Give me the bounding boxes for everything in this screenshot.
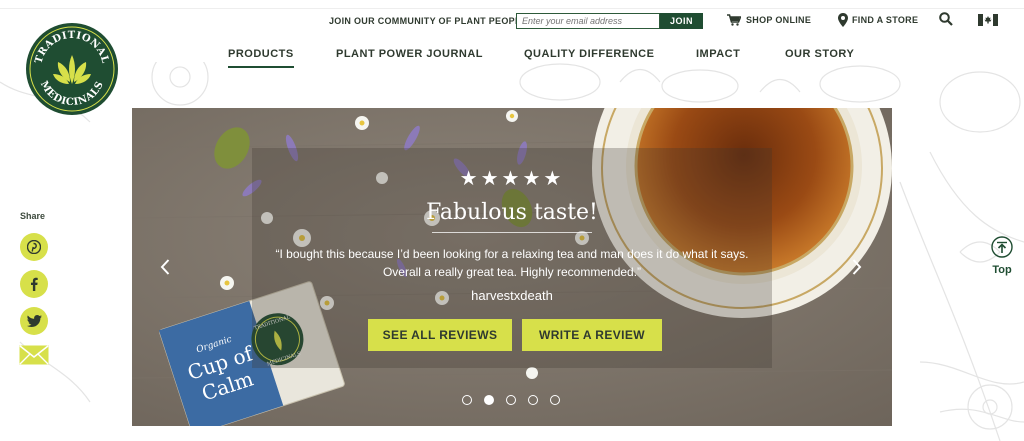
carousel-next-button[interactable] [848, 256, 866, 278]
nav-our-story[interactable]: OUR STORY [785, 48, 854, 60]
back-to-top-button[interactable]: Top [986, 236, 1018, 276]
share-facebook-button[interactable] [20, 270, 48, 298]
nav-quality-difference[interactable]: QUALITY DIFFERENCE [524, 48, 654, 60]
see-all-reviews-button[interactable]: SEE ALL REVIEWS [368, 319, 512, 351]
carousel-dot[interactable] [528, 395, 538, 405]
top-divider [0, 8, 1024, 9]
canada-flag-icon[interactable] [978, 14, 998, 26]
shop-online-link[interactable]: SHOP ONLINE [727, 14, 811, 26]
nav-impact[interactable]: IMPACT [696, 48, 740, 60]
share-twitter-button[interactable] [20, 307, 48, 335]
carousel-dot[interactable] [550, 395, 560, 405]
main-navigation: PRODUCTS PLANT POWER JOURNAL QUALITY DIF… [0, 48, 1024, 70]
twitter-icon [26, 315, 42, 327]
carousel-prev-button[interactable] [156, 256, 174, 278]
facebook-icon [31, 277, 38, 291]
traditional-medicinals-logo[interactable]: TRADITIONAL MEDICINALS [25, 22, 119, 116]
find-store-link[interactable]: FIND A STORE [838, 13, 918, 27]
share-label: Share [20, 211, 46, 221]
pinterest-icon [27, 240, 41, 254]
email-field[interactable] [516, 13, 660, 29]
newsletter-label: JOIN OUR COMMUNITY OF PLANT PEOPLE [329, 16, 528, 26]
carousel-dot[interactable] [506, 395, 516, 405]
star-rating: ★★★★★ [459, 168, 565, 190]
search-icon[interactable] [939, 12, 953, 26]
review-title: Fabulous taste! [426, 200, 598, 225]
review-author: harvestxdeath [471, 288, 553, 303]
join-button[interactable]: JOIN [660, 13, 703, 29]
shop-online-label: SHOP ONLINE [746, 15, 812, 25]
title-divider [432, 232, 592, 233]
write-review-button[interactable]: WRITE A REVIEW [522, 319, 662, 351]
review-carousel: TRADITIONAL MEDICINALS Organic Cup of Ca… [132, 108, 892, 426]
cart-icon [727, 14, 741, 26]
find-store-label: FIND A STORE [852, 15, 919, 25]
carousel-pagination [462, 395, 560, 405]
carousel-dot-active[interactable] [484, 395, 494, 405]
utility-bar: JOIN OUR COMMUNITY OF PLANT PEOPLE JOIN … [0, 0, 1024, 40]
email-icon[interactable] [19, 345, 49, 365]
chevron-left-icon [160, 259, 170, 275]
share-pinterest-button[interactable] [20, 233, 48, 261]
map-pin-icon [838, 13, 848, 27]
chevron-right-icon [852, 259, 862, 275]
arrow-up-icon [991, 236, 1013, 258]
nav-products[interactable]: PRODUCTS [228, 48, 294, 68]
carousel-dot[interactable] [462, 395, 472, 405]
nav-plant-power-journal[interactable]: PLANT POWER JOURNAL [336, 48, 483, 60]
review-quote: “I bought this because I’d been looking … [275, 247, 749, 279]
top-label: Top [992, 264, 1012, 276]
